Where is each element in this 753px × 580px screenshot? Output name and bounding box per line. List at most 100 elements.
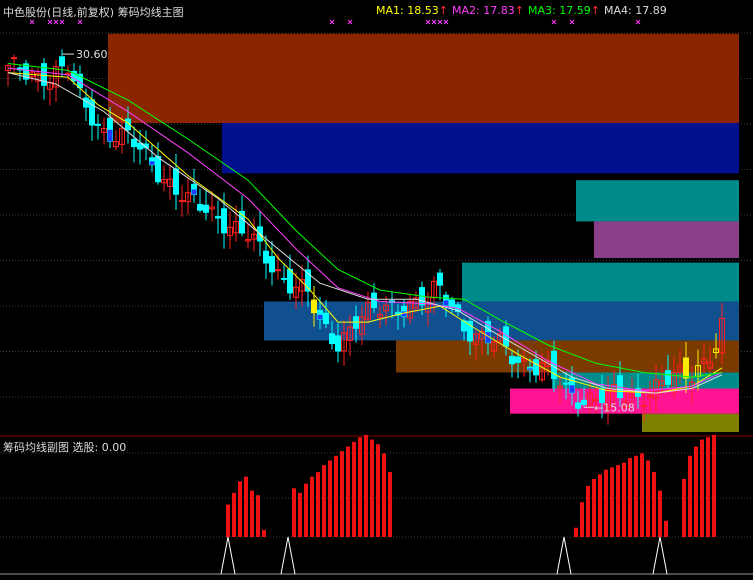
sub-bar [250, 490, 254, 537]
sub-bar [322, 465, 326, 537]
top-marker [47, 19, 53, 25]
candle-body [329, 333, 335, 345]
candle-body [11, 57, 17, 60]
sub-bar [592, 479, 596, 537]
sub-bar [640, 453, 644, 537]
top-marker [347, 19, 353, 25]
sub-bar [616, 465, 620, 537]
sub-bar [580, 502, 584, 537]
candle-body-highlight [317, 314, 323, 320]
candle-body [665, 370, 671, 385]
candle-body [215, 216, 221, 219]
candle-body [563, 382, 569, 385]
top-marker [635, 19, 641, 25]
stock-chart[interactable]: 30.60 ←15.08 [0, 0, 753, 580]
sub-bar [346, 446, 350, 537]
candle-body [575, 402, 581, 409]
sub-bar [652, 472, 656, 537]
candle-body [269, 256, 275, 273]
sub-bar [706, 437, 710, 537]
sub-bar [688, 455, 692, 537]
candle-body [581, 399, 587, 406]
candle-body [287, 268, 293, 294]
candle-body [311, 299, 317, 314]
sub-bar [586, 485, 590, 537]
sub-bar [262, 530, 266, 537]
candle-body [95, 123, 101, 126]
candle-body [179, 199, 185, 202]
sub-bar [244, 476, 248, 537]
top-marker [431, 19, 437, 25]
sub-bar [700, 439, 704, 537]
candle-body [449, 299, 455, 309]
sub-bar [622, 462, 626, 537]
sub-bar [682, 479, 686, 537]
candle-body [281, 277, 287, 280]
sub-bar [694, 446, 698, 537]
sub-chart [220, 434, 716, 575]
candle-body-highlight [149, 161, 155, 165]
candle-body-highlight [443, 300, 449, 306]
sub-bar [358, 437, 362, 537]
sub-bar [382, 453, 386, 537]
top-marker [59, 19, 65, 25]
sub-bar [604, 469, 608, 537]
candle-body [263, 250, 269, 264]
sub-bar [712, 434, 716, 537]
annotation-label: ←15.08 [594, 401, 635, 414]
candle-body [155, 155, 161, 183]
chip-band [222, 123, 739, 174]
top-marker [437, 19, 443, 25]
sub-bar [340, 451, 344, 537]
sub-bar [364, 434, 368, 537]
sub-bar [226, 504, 230, 537]
top-marker [29, 19, 35, 25]
candle-body [641, 404, 647, 407]
candle-body [437, 272, 443, 286]
sub-bar [628, 458, 632, 537]
sub-bar [238, 481, 242, 537]
sub-bar [634, 455, 638, 537]
sub-bar [256, 495, 260, 537]
sub-spike [280, 536, 296, 575]
sub-bar [292, 488, 296, 537]
sub-bar [310, 476, 314, 537]
candle-body [515, 356, 521, 363]
chip-band [594, 221, 739, 259]
candle-body-highlight [569, 385, 575, 393]
sub-bar [658, 490, 662, 537]
sub-bar [352, 441, 356, 537]
sub-spike [652, 536, 668, 575]
sub-spike [556, 536, 572, 575]
top-markers [29, 19, 641, 25]
candle-body [647, 395, 653, 398]
sub-bar [664, 520, 668, 537]
candle-body [509, 356, 515, 365]
sub-bar [376, 444, 380, 537]
sub-bar [316, 472, 320, 537]
sub-bar [298, 492, 302, 537]
sub-bar [328, 460, 332, 537]
candle-body [221, 208, 227, 234]
candle-body [59, 56, 65, 67]
annotation-label: 30.60 [76, 48, 108, 61]
sub-spike [220, 536, 236, 575]
sub-bar [574, 527, 578, 537]
chip-band [642, 413, 739, 432]
top-marker [77, 19, 83, 25]
sub-bar [232, 492, 236, 537]
candle-body [203, 204, 209, 213]
sub-bar [388, 472, 392, 537]
candle-body [323, 312, 329, 325]
top-marker [329, 19, 335, 25]
candle-body [533, 359, 539, 376]
top-marker [443, 19, 449, 25]
top-marker [53, 19, 59, 25]
sub-bar [598, 474, 602, 537]
chip-band [462, 262, 739, 302]
sub-bar [610, 467, 614, 537]
sub-bar [370, 439, 374, 537]
candle-body [131, 138, 137, 148]
chip-band [576, 180, 739, 222]
top-marker [569, 19, 575, 25]
